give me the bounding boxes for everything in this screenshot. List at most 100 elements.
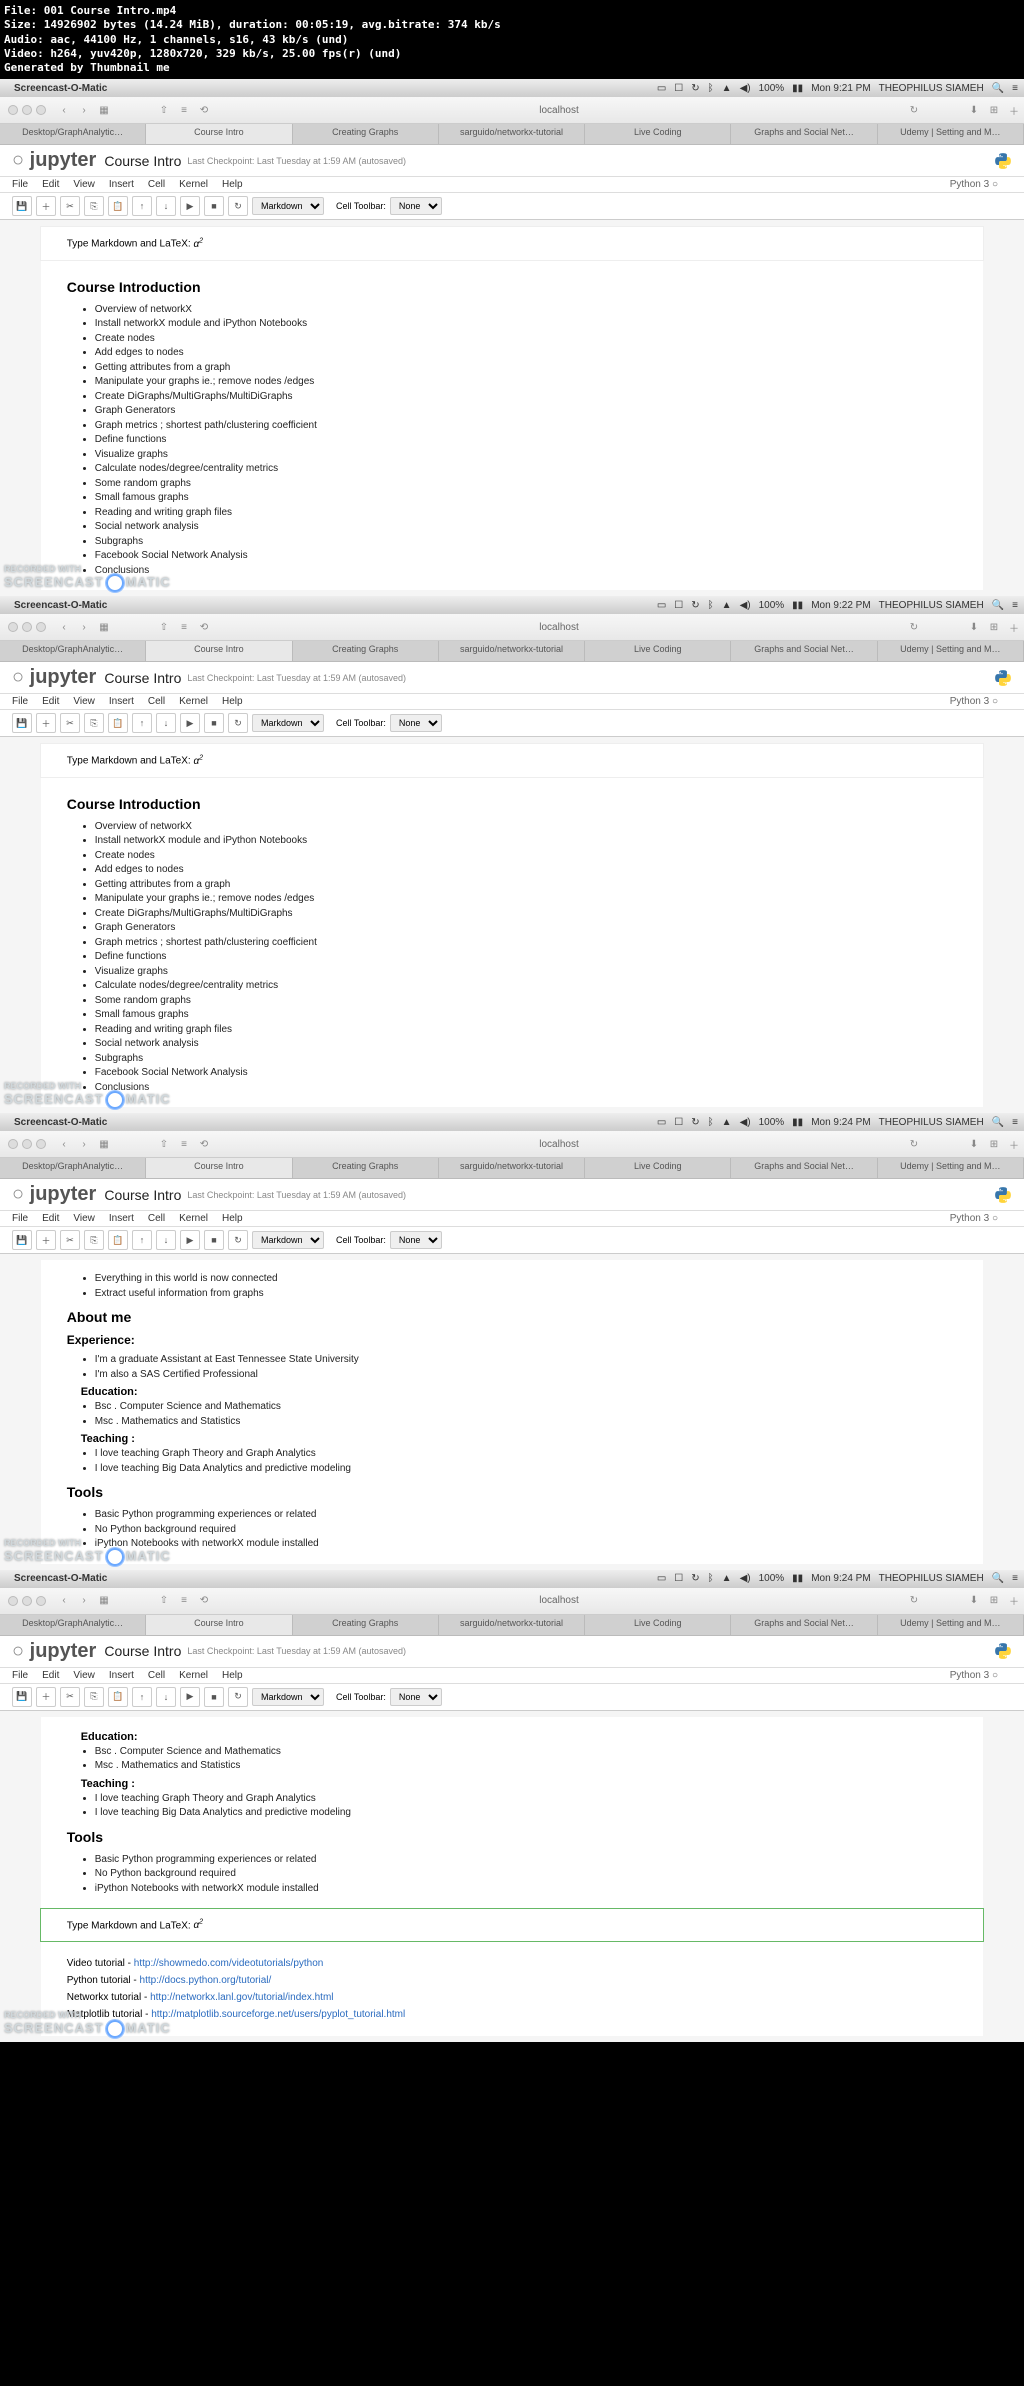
- move-down-button[interactable]: ↓: [156, 1687, 176, 1707]
- paste-button[interactable]: 📋: [108, 196, 128, 216]
- cell-toolbar-select[interactable]: None: [390, 1231, 442, 1249]
- jupyter-logo[interactable]: ○ jupyter: [12, 1183, 96, 1206]
- window-controls[interactable]: [0, 1139, 54, 1149]
- link[interactable]: http://showmedo.com/videotutorials/pytho…: [134, 1958, 324, 1969]
- volume-icon[interactable]: ◀): [740, 600, 751, 611]
- reader-icon[interactable]: ≡: [176, 619, 192, 635]
- reader-icon[interactable]: ≡: [176, 102, 192, 118]
- copy-button[interactable]: ⎘: [84, 713, 104, 733]
- sidebar-icon[interactable]: ▦: [96, 619, 112, 635]
- browser-tab[interactable]: Desktop/GraphAnalytic…: [0, 641, 146, 661]
- stop-button[interactable]: ■: [204, 196, 224, 216]
- bluetooth-icon[interactable]: ᛒ: [708, 1573, 714, 1584]
- minimize-icon[interactable]: [22, 622, 32, 632]
- link[interactable]: http://matplotlib.sourceforge.net/users/…: [151, 2009, 405, 2020]
- browser-tab[interactable]: sarguido/networkx-tutorial: [439, 1158, 585, 1178]
- menu-cell[interactable]: Cell: [148, 179, 165, 190]
- forward-button[interactable]: ›: [76, 1593, 92, 1609]
- tabs-icon[interactable]: ⊞: [986, 1136, 1002, 1152]
- browser-tab[interactable]: Course Intro: [146, 1615, 292, 1635]
- menu-help[interactable]: Help: [222, 179, 243, 190]
- timemachine-icon[interactable]: ↻: [691, 1573, 699, 1584]
- spotlight-icon[interactable]: 🔍: [992, 600, 1004, 611]
- display-icon[interactable]: ☐: [674, 83, 683, 94]
- window-controls[interactable]: [0, 622, 54, 632]
- menu-edit[interactable]: Edit: [42, 179, 59, 190]
- timemachine-icon[interactable]: ↻: [691, 83, 699, 94]
- browser-tab[interactable]: Graphs and Social Net…: [731, 124, 877, 144]
- clock[interactable]: Mon 9:24 PM: [811, 1117, 870, 1128]
- copy-button[interactable]: ⎘: [84, 1230, 104, 1250]
- browser-tab[interactable]: Live Coding: [585, 1158, 731, 1178]
- notebook-title[interactable]: Course Intro: [104, 153, 181, 169]
- timemachine-icon[interactable]: ↻: [691, 1117, 699, 1128]
- clock[interactable]: Mon 9:22 PM: [811, 600, 870, 611]
- link[interactable]: http://networkx.lanl.gov/tutorial/index.…: [150, 1992, 333, 2003]
- sidebar-icon[interactable]: ▦: [96, 102, 112, 118]
- download-icon[interactable]: ⬇: [966, 1136, 982, 1152]
- content-cell[interactable]: Everything in this world is now connecte…: [41, 1260, 984, 1564]
- close-icon[interactable]: [8, 622, 18, 632]
- wifi-icon[interactable]: ▲: [722, 600, 732, 611]
- stop-button[interactable]: ■: [204, 1230, 224, 1250]
- zoom-icon[interactable]: [36, 105, 46, 115]
- kernel-indicator[interactable]: Python 3 ○: [950, 1213, 998, 1224]
- forward-button[interactable]: ›: [76, 619, 92, 635]
- address-bar[interactable]: localhost: [214, 622, 904, 633]
- notifications-icon[interactable]: ≡: [1012, 83, 1018, 94]
- notebook-area[interactable]: Type Markdown and LaTeX: α2 Course Intro…: [0, 220, 1024, 596]
- content-cell[interactable]: Education: Bsc . Computer Science and Ma…: [41, 1717, 984, 1909]
- zoom-icon[interactable]: [36, 622, 46, 632]
- link[interactable]: http://docs.python.org/tutorial/: [140, 1975, 272, 1986]
- restart-button[interactable]: ↻: [228, 1230, 248, 1250]
- address-bar[interactable]: localhost: [214, 105, 904, 116]
- browser-tab[interactable]: Graphs and Social Net…: [731, 1158, 877, 1178]
- paste-button[interactable]: 📋: [108, 1230, 128, 1250]
- browser-tab[interactable]: Desktop/GraphAnalytic…: [0, 1158, 146, 1178]
- markdown-cell[interactable]: Type Markdown and LaTeX: α2: [40, 1908, 985, 1942]
- menu-view[interactable]: View: [73, 1213, 95, 1224]
- cell-type-select[interactable]: Markdown: [252, 1688, 324, 1706]
- restart-button[interactable]: ↻: [228, 196, 248, 216]
- download-icon[interactable]: ⬇: [966, 102, 982, 118]
- cell-toolbar-select[interactable]: None: [390, 1688, 442, 1706]
- spotlight-icon[interactable]: 🔍: [992, 1117, 1004, 1128]
- spotlight-icon[interactable]: 🔍: [992, 1573, 1004, 1584]
- menu-cell[interactable]: Cell: [148, 1670, 165, 1681]
- copy-button[interactable]: ⎘: [84, 196, 104, 216]
- back-button[interactable]: ‹: [56, 102, 72, 118]
- zoom-icon[interactable]: [36, 1139, 46, 1149]
- paste-button[interactable]: 📋: [108, 1687, 128, 1707]
- notebook-title[interactable]: Course Intro: [104, 670, 181, 686]
- minimize-icon[interactable]: [22, 1596, 32, 1606]
- bluetooth-icon[interactable]: ᛒ: [708, 1117, 714, 1128]
- browser-tab[interactable]: Graphs and Social Net…: [731, 1615, 877, 1635]
- airplay-icon[interactable]: ▭: [657, 83, 666, 94]
- minimize-icon[interactable]: [22, 105, 32, 115]
- airplay-icon[interactable]: ▭: [657, 1573, 666, 1584]
- timemachine-icon[interactable]: ↻: [691, 600, 699, 611]
- menu-help[interactable]: Help: [222, 696, 243, 707]
- save-button[interactable]: 💾: [12, 196, 32, 216]
- reader-icon[interactable]: ≡: [176, 1593, 192, 1609]
- browser-tab[interactable]: Udemy | Setting and M…: [878, 1158, 1024, 1178]
- browser-tab[interactable]: sarguido/networkx-tutorial: [439, 641, 585, 661]
- reload-icon[interactable]: ⟲: [196, 102, 212, 118]
- volume-icon[interactable]: ◀): [740, 83, 751, 94]
- jupyter-logo[interactable]: ○ jupyter: [12, 149, 96, 172]
- course-intro-cell[interactable]: Course Introduction Overview of networkX…: [41, 261, 984, 591]
- share-icon[interactable]: ⇧: [156, 102, 172, 118]
- move-down-button[interactable]: ↓: [156, 1230, 176, 1250]
- browser-tab[interactable]: Creating Graphs: [293, 641, 439, 661]
- display-icon[interactable]: ☐: [674, 1117, 683, 1128]
- menu-edit[interactable]: Edit: [42, 1213, 59, 1224]
- menu-insert[interactable]: Insert: [109, 696, 134, 707]
- cell-type-select[interactable]: Markdown: [252, 1231, 324, 1249]
- spotlight-icon[interactable]: 🔍: [992, 83, 1004, 94]
- browser-tab[interactable]: Desktop/GraphAnalytic…: [0, 124, 146, 144]
- browser-tab[interactable]: Live Coding: [585, 641, 731, 661]
- reload-icon[interactable]: ⟲: [196, 619, 212, 635]
- cell-type-select[interactable]: Markdown: [252, 197, 324, 215]
- menu-insert[interactable]: Insert: [109, 1213, 134, 1224]
- battery-icon[interactable]: ▮▮: [792, 1117, 803, 1128]
